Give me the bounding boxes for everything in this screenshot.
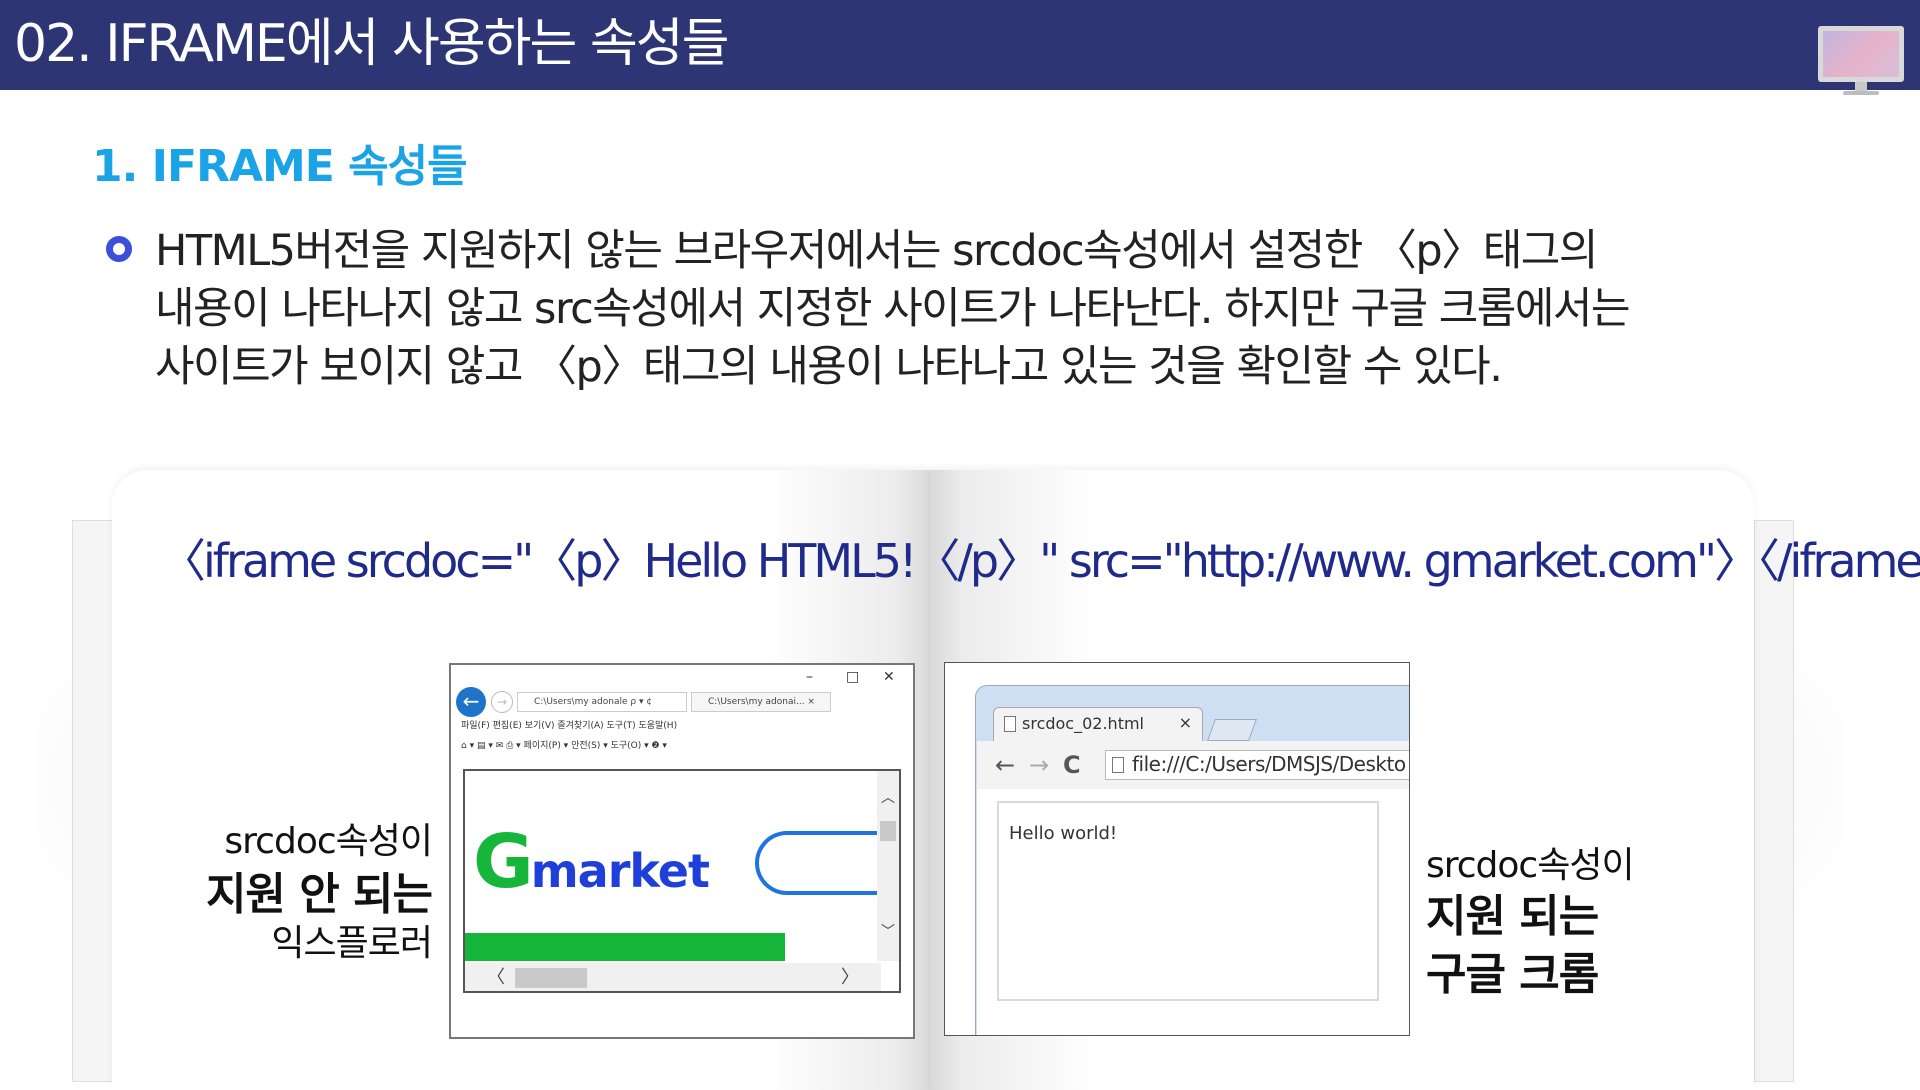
book-left-edge: [72, 520, 114, 1082]
ie-command-bar: ⌂ ▾ ▤ ▾ ✉ ⎙ ▾ 페이지(P) ▾ 안전(S) ▾ 도구(O) ▾ ❷…: [461, 741, 667, 751]
gmarket-logo: Gmarket: [473, 819, 710, 905]
scroll-down-icon: ﹀: [881, 924, 895, 940]
ie-address-bar: C:\Users\my adonale ρ ▾ ¢: [517, 692, 687, 712]
gmarket-green-bar: [465, 933, 785, 961]
ie-horizontal-scrollbar: 〈 〉: [465, 963, 881, 991]
ie-menubar: 파일(F) 편집(E) 보기(V) 즐겨찾기(A) 도구(T) 도움말(H): [461, 721, 678, 731]
left-label-line3: 익스플로러: [271, 923, 433, 964]
reload-icon: C: [1063, 751, 1081, 779]
description-paragraph: HTML5버전을 지원하지 않는 브라우저에서는 srcdoc속성에서 설정한 …: [155, 222, 1805, 396]
ie-tab: C:\Users\my adonai... ×: [691, 692, 831, 712]
ie-close-icon: ✕: [883, 669, 895, 685]
ie-vertical-scrollbar: ︿ ﹀: [877, 771, 899, 961]
header-title: 02. IFRAME에서 사용하는 속성들: [14, 14, 729, 74]
chrome-iframe-box: Hello world!: [997, 801, 1379, 1001]
hello-text: Hello world!: [1009, 823, 1118, 844]
header-bar: 02. IFRAME에서 사용하는 속성들: [0, 0, 1920, 95]
ie-minimize-icon: –: [806, 669, 813, 685]
ie-iframe-content: Gmarket ︿ ﹀ 〈 〉: [463, 769, 901, 993]
chrome-tab: srcdoc_02.html ×: [993, 707, 1203, 741]
close-icon: ×: [1178, 713, 1192, 732]
left-label-line1: srcdoc속성이: [224, 821, 433, 862]
iframe-code-example: 〈iframe srcdoc="〈p〉Hello HTML5!〈/p〉" src…: [160, 534, 1920, 588]
ie-vertical-scroll-thumb: [880, 821, 896, 841]
left-label-line2: 지원 안 되는: [205, 869, 433, 920]
book-right-edge: [1754, 520, 1794, 1082]
forward-arrow-icon: →: [1029, 751, 1050, 779]
chrome-url: file:///C:/Users/DMSJS/Deskto: [1132, 752, 1406, 776]
new-tab-icon: [1206, 719, 1258, 741]
gmarket-search-box: [755, 831, 895, 895]
right-label-line2: 지원 되는: [1426, 891, 1599, 942]
monitor-icon: [1818, 26, 1904, 96]
ie-maximize-icon: □: [846, 669, 860, 685]
scroll-right-icon: 〉: [841, 967, 859, 988]
ie-back-icon: ←: [456, 687, 486, 717]
paragraph-line-2: 내용이 나타나지 않고 src속성에서 지정한 사이트가 나타난다. 하지만 구…: [155, 284, 1631, 334]
paragraph-line-1: HTML5버전을 지원하지 않는 브라우저에서는 srcdoc속성에서 설정한 …: [155, 226, 1598, 276]
scroll-up-icon: ︿: [881, 790, 895, 806]
section-title: 1. IFRAME 속성들: [92, 141, 468, 192]
page-icon: [1112, 757, 1124, 773]
back-arrow-icon: ←: [995, 751, 1016, 779]
chrome-address-bar: file:///C:/Users/DMSJS/Deskto: [1105, 750, 1409, 780]
chrome-screenshot: srcdoc_02.html × ← → C file:///C:/Users/…: [944, 662, 1410, 1036]
paragraph-line-3: 사이트가 보이지 않고 〈p〉태그의 내용이 나타나고 있는 것을 확인할 수 …: [155, 342, 1503, 392]
ie-screenshot: – □ ✕ ← → C:\Users\my adonale ρ ▾ ¢ C:\U…: [449, 663, 915, 1039]
right-label-line3: 구글 크롬: [1426, 949, 1599, 1000]
scroll-left-icon: 〈: [487, 967, 505, 988]
chrome-tab-title: srcdoc_02.html: [1022, 714, 1144, 733]
ie-horizontal-scroll-thumb: [515, 968, 587, 988]
document-icon: [1004, 716, 1016, 732]
bullet-icon: [106, 236, 132, 262]
ie-forward-icon: →: [491, 691, 513, 713]
